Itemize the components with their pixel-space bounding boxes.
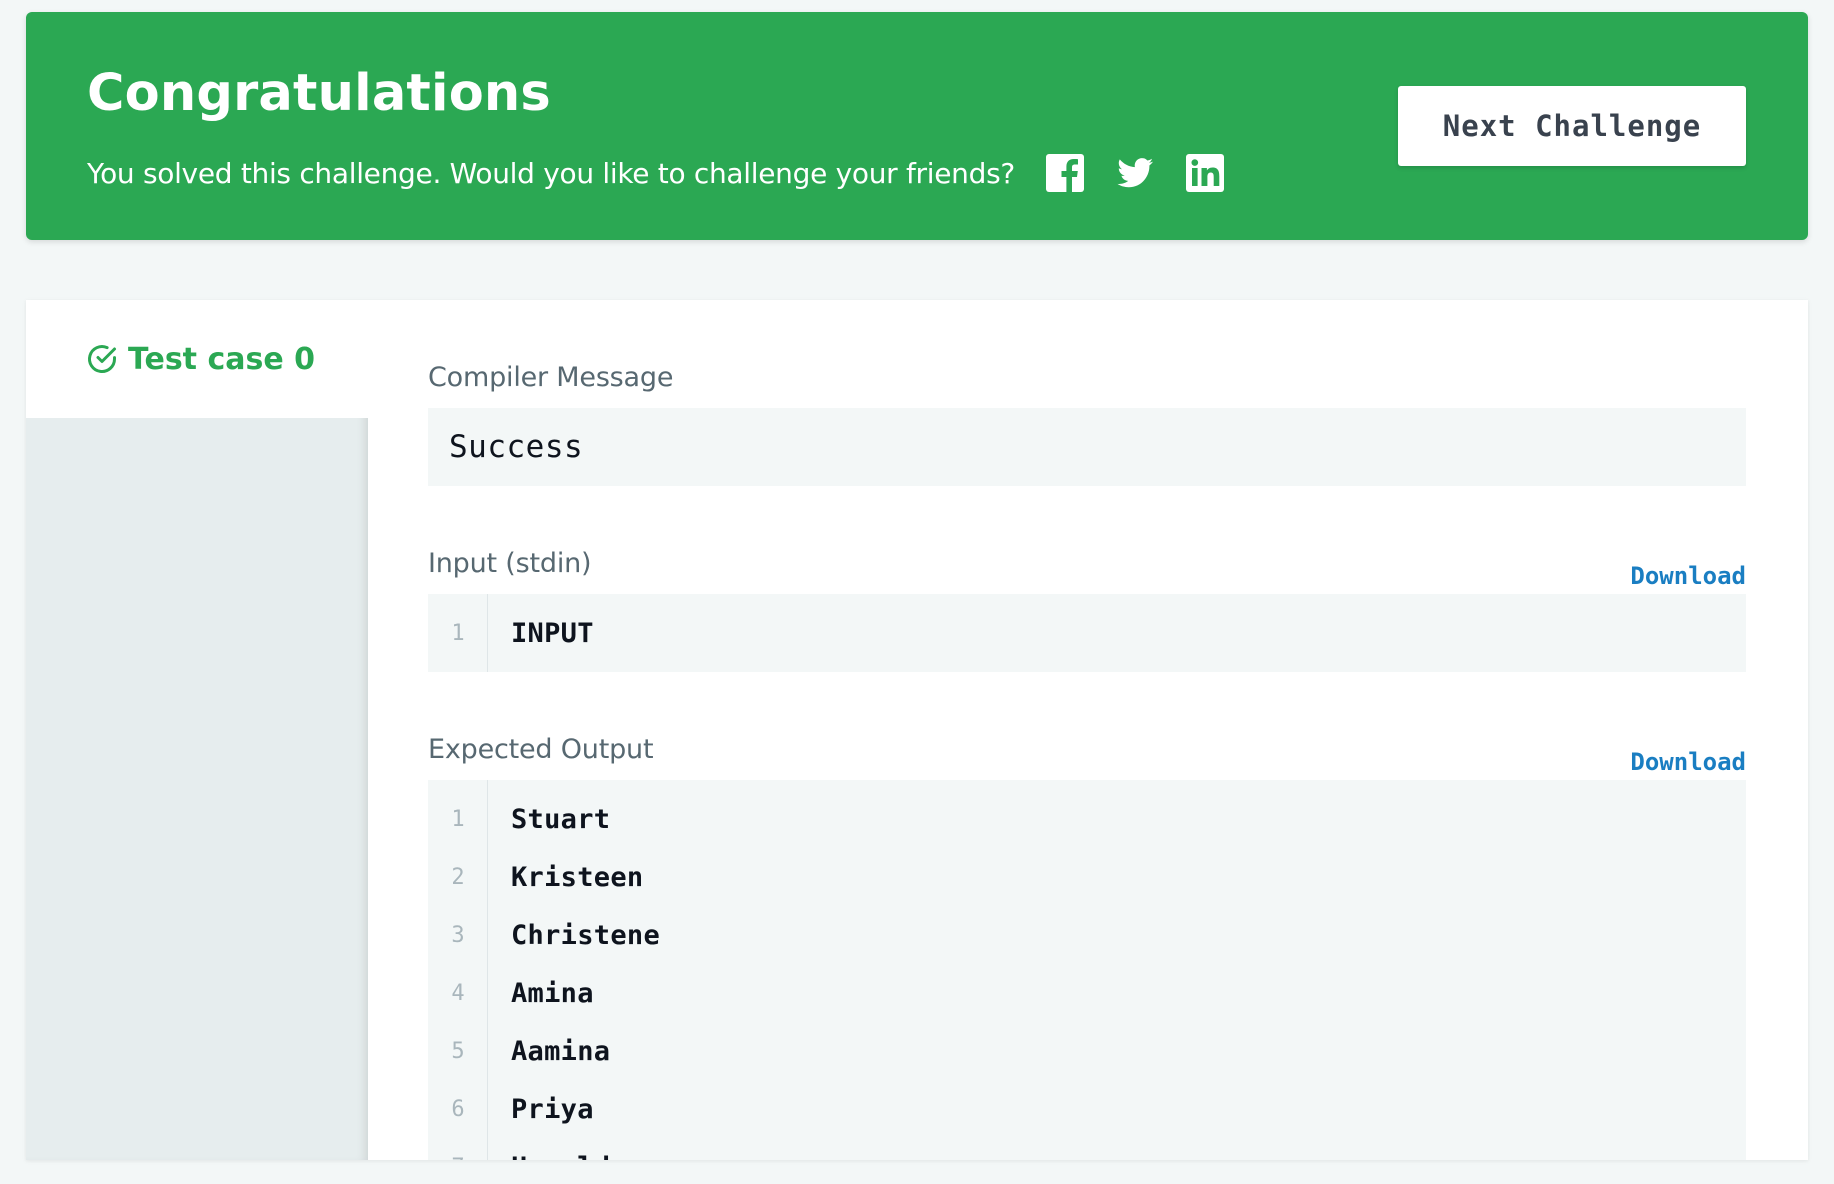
test-case-sidebar [26,300,368,1160]
facebook-icon[interactable] [1045,153,1085,193]
code-line: 4 Amina [428,964,1746,1022]
code-line: 6 Priya [428,1080,1746,1138]
code-line: 5 Aamina [428,1022,1746,1080]
code-line: 7 Heraldo [428,1138,1746,1161]
next-challenge-button[interactable]: Next Challenge [1398,86,1746,166]
code-line: 3 Christene [428,906,1746,964]
expected-output-code-box: 1 Stuart 2 Kristeen 3 Christene 4 Amina … [428,780,1746,1160]
line-text: Amina [511,977,594,1009]
tab-test-case-0[interactable]: Test case 0 [26,300,368,418]
success-banner: Congratulations You solved this challeng… [26,12,1808,240]
line-number: 6 [451,1096,465,1122]
line-number: 4 [451,980,465,1006]
expected-output-download-link[interactable]: Download [1630,748,1746,776]
banner-subtitle-row: You solved this challenge. Would you lik… [87,153,1225,193]
tab-label: Test case 0 [128,341,316,377]
line-text: INPUT [511,617,594,649]
input-code-box: 1 INPUT [428,594,1746,672]
line-text: Stuart [511,803,611,835]
expected-output-label: Expected Output [428,734,654,765]
line-text: Aamina [511,1035,611,1067]
banner-title: Congratulations [87,64,551,123]
line-number: 2 [451,864,465,890]
twitter-icon[interactable] [1115,153,1155,193]
test-results-panel: Test case 0 Compiler Message Success Inp… [26,300,1808,1160]
line-number: 1 [451,620,465,646]
compiler-message-box: Success [428,408,1746,486]
code-line: 1 Stuart [428,790,1746,848]
line-number: 5 [451,1038,465,1064]
compiler-message-label: Compiler Message [428,362,674,393]
code-line: 2 Kristeen [428,848,1746,906]
line-text: Priya [511,1093,594,1125]
input-download-link[interactable]: Download [1630,562,1746,590]
banner-subtitle: You solved this challenge. Would you lik… [87,156,1015,190]
line-number: 7 [428,1155,488,1161]
line-number: 1 [451,806,465,832]
line-number: 3 [451,922,465,948]
code-line: 1 INPUT [428,604,1746,662]
line-text: Heraldo [488,1152,627,1161]
input-label: Input (stdin) [428,548,592,579]
line-text: Kristeen [511,861,644,893]
line-text: Christene [511,919,660,951]
linkedin-icon[interactable] [1185,153,1225,193]
check-circle-icon [88,345,116,373]
